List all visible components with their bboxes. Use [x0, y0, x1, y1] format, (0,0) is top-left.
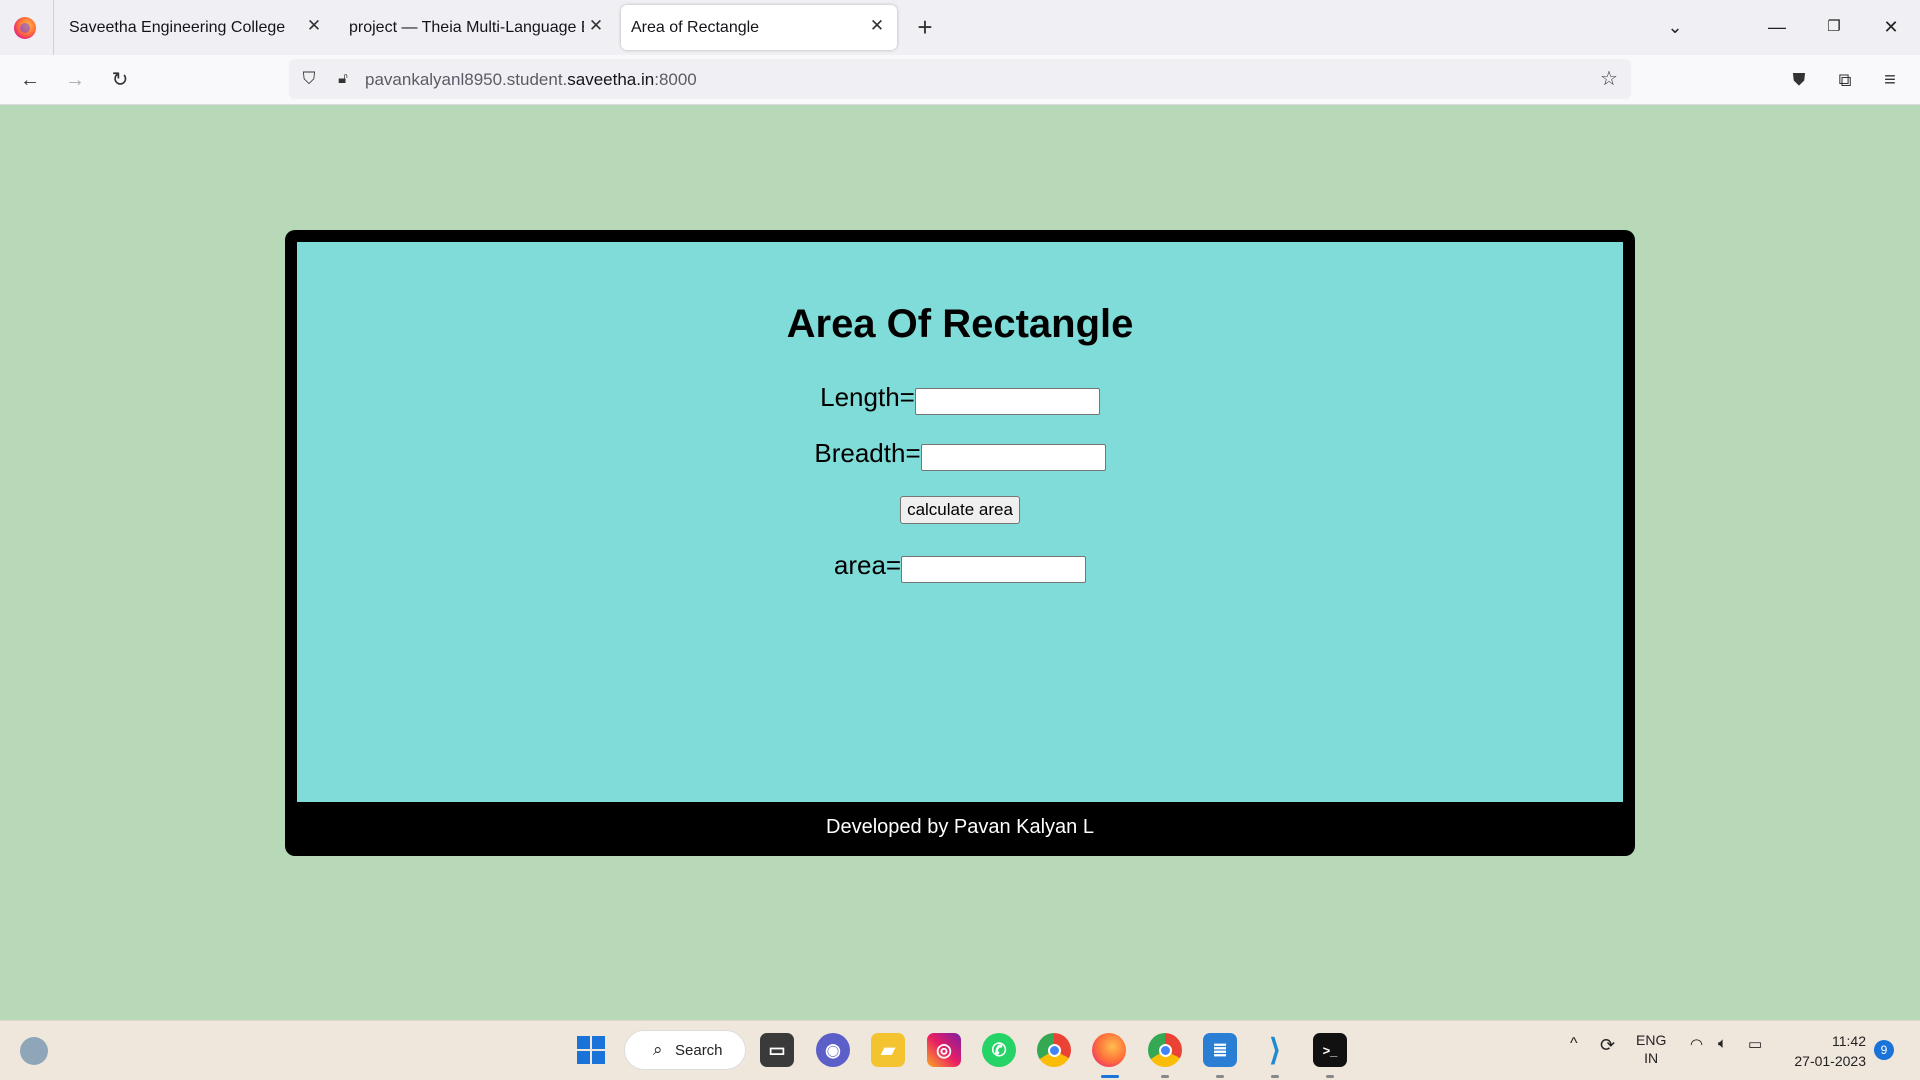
insecure-lock-icon[interactable]: 🔓︎	[332, 68, 354, 90]
chrome-icon[interactable]	[1037, 1033, 1071, 1067]
language-indicator[interactable]: ENG IN	[1636, 1031, 1666, 1067]
firefox-taskbar-icon[interactable]	[1092, 1033, 1126, 1067]
browser-nav-bar: ← → ↻ ⛉ 🔓︎ pavankalyanl8950.student.save…	[0, 55, 1920, 105]
breadth-label: Breadth=	[814, 438, 921, 468]
browser-tab-bar: Saveetha Engineering College ✕ project —…	[0, 0, 1920, 55]
chrome-profile-icon[interactable]	[1148, 1033, 1182, 1067]
task-view-icon[interactable]: ▭	[760, 1033, 794, 1067]
page-title: Area Of Rectangle	[786, 302, 1134, 346]
tab-theia-project[interactable]: project — Theia Multi-Language Ex ✕	[334, 5, 604, 50]
running-app-indicator	[1271, 1075, 1279, 1078]
search-icon: ⌕	[653, 1040, 663, 1059]
notepad-icon[interactable]: ≣	[1203, 1033, 1237, 1067]
breadth-row: Breadth=	[297, 438, 1623, 471]
area-row: area=	[297, 550, 1623, 583]
sync-icon[interactable]: ⟳	[1600, 1035, 1615, 1056]
tab-label: Area of Rectangle	[631, 19, 760, 36]
button-row: calculate area	[297, 496, 1623, 524]
tab-list-chevron-down-icon[interactable]: ⌄	[1660, 13, 1690, 41]
menu-hamburger-icon[interactable]: ≡	[1876, 66, 1904, 94]
terminal-icon[interactable]: >_	[1313, 1033, 1347, 1067]
address-bar[interactable]: ⛉ 🔓︎ pavankalyanl8950.student.saveetha.i…	[289, 59, 1631, 99]
running-app-indicator	[1161, 1075, 1169, 1078]
new-tab-plus-icon[interactable]: +	[912, 12, 938, 42]
weather-widget-icon[interactable]	[20, 1037, 48, 1065]
calculate-area-button[interactable]: calculate area	[900, 496, 1020, 524]
bookmark-star-icon[interactable]: ☆	[1598, 68, 1620, 90]
battery-icon[interactable]: ▭	[1748, 1035, 1762, 1053]
clock-time: 11:42	[1832, 1033, 1866, 1049]
firefox-logo-icon[interactable]	[14, 17, 36, 39]
length-row: Length=	[297, 382, 1623, 415]
close-icon[interactable]: ✕	[584, 14, 608, 38]
restore-icon[interactable]: ❐	[1819, 13, 1849, 41]
url-text[interactable]: pavankalyanl8950.student.saveetha.in:800…	[365, 70, 697, 90]
vscode-icon[interactable]: ⟩	[1258, 1033, 1292, 1067]
windows-start-icon[interactable]	[574, 1033, 608, 1067]
area-output[interactable]	[901, 556, 1087, 583]
volume-icon[interactable]: 🔈︎	[1718, 1035, 1727, 1052]
file-explorer-icon[interactable]: ▰	[871, 1033, 905, 1067]
calculator-card: Area Of Rectangle Length= Breadth= calcu…	[285, 230, 1635, 856]
tab-label: project — Theia Multi-Language Ex	[349, 19, 584, 36]
footer-credit: Developed by Pavan Kalyan L	[826, 816, 1094, 838]
shield-icon[interactable]: ⛉	[298, 68, 320, 90]
minimize-icon[interactable]: —	[1762, 13, 1792, 41]
clock[interactable]: 11:42 27-01-2023	[1786, 1031, 1866, 1071]
show-hidden-icons-chevron-up-icon[interactable]: ^	[1570, 1035, 1578, 1053]
breadth-input[interactable]	[920, 444, 1106, 471]
search-label: Search	[675, 1041, 723, 1059]
wifi-icon[interactable]: ◠	[1690, 1035, 1703, 1053]
reload-icon[interactable]: ↻	[106, 66, 134, 94]
close-icon[interactable]: ✕	[865, 14, 889, 38]
area-label: area=	[833, 550, 902, 580]
language-code: ENG	[1636, 1032, 1667, 1048]
clock-date: 27-01-2023	[1794, 1053, 1866, 1069]
calculator-panel: Area Of Rectangle Length= Breadth= calcu…	[297, 242, 1623, 802]
back-arrow-icon[interactable]: ←	[16, 66, 44, 94]
notification-badge[interactable]: 9	[1874, 1040, 1894, 1060]
forward-arrow-icon[interactable]: →	[61, 66, 89, 94]
close-window-icon[interactable]: ✕	[1876, 13, 1906, 41]
taskbar: ⌕ Search ▭ ◉ ▰ ◎ ✆ ≣ ⟩ >_ ^ ⟳ ENG IN ◠ 🔈…	[0, 1020, 1920, 1080]
active-app-indicator	[1101, 1075, 1119, 1078]
region-code: IN	[1644, 1050, 1659, 1066]
taskbar-search-box[interactable]: ⌕ Search	[624, 1030, 746, 1070]
instagram-icon[interactable]: ◎	[927, 1033, 961, 1067]
running-app-indicator	[1326, 1075, 1334, 1078]
tab-label: Saveetha Engineering College	[69, 19, 286, 36]
extensions-puzzle-icon[interactable]: ⧉	[1831, 66, 1859, 94]
length-label: Length=	[820, 382, 915, 412]
length-input[interactable]	[914, 388, 1100, 415]
chat-teams-icon[interactable]: ◉	[816, 1033, 850, 1067]
close-icon[interactable]: ✕	[302, 14, 326, 38]
tab-area-of-rectangle[interactable]: Area of Rectangle ✕	[621, 5, 897, 50]
whatsapp-icon[interactable]: ✆	[982, 1033, 1016, 1067]
pocket-icon[interactable]: ⛊	[1785, 66, 1813, 94]
tab-saveetha[interactable]: Saveetha Engineering College ✕	[54, 5, 324, 50]
running-app-indicator	[1216, 1075, 1224, 1078]
